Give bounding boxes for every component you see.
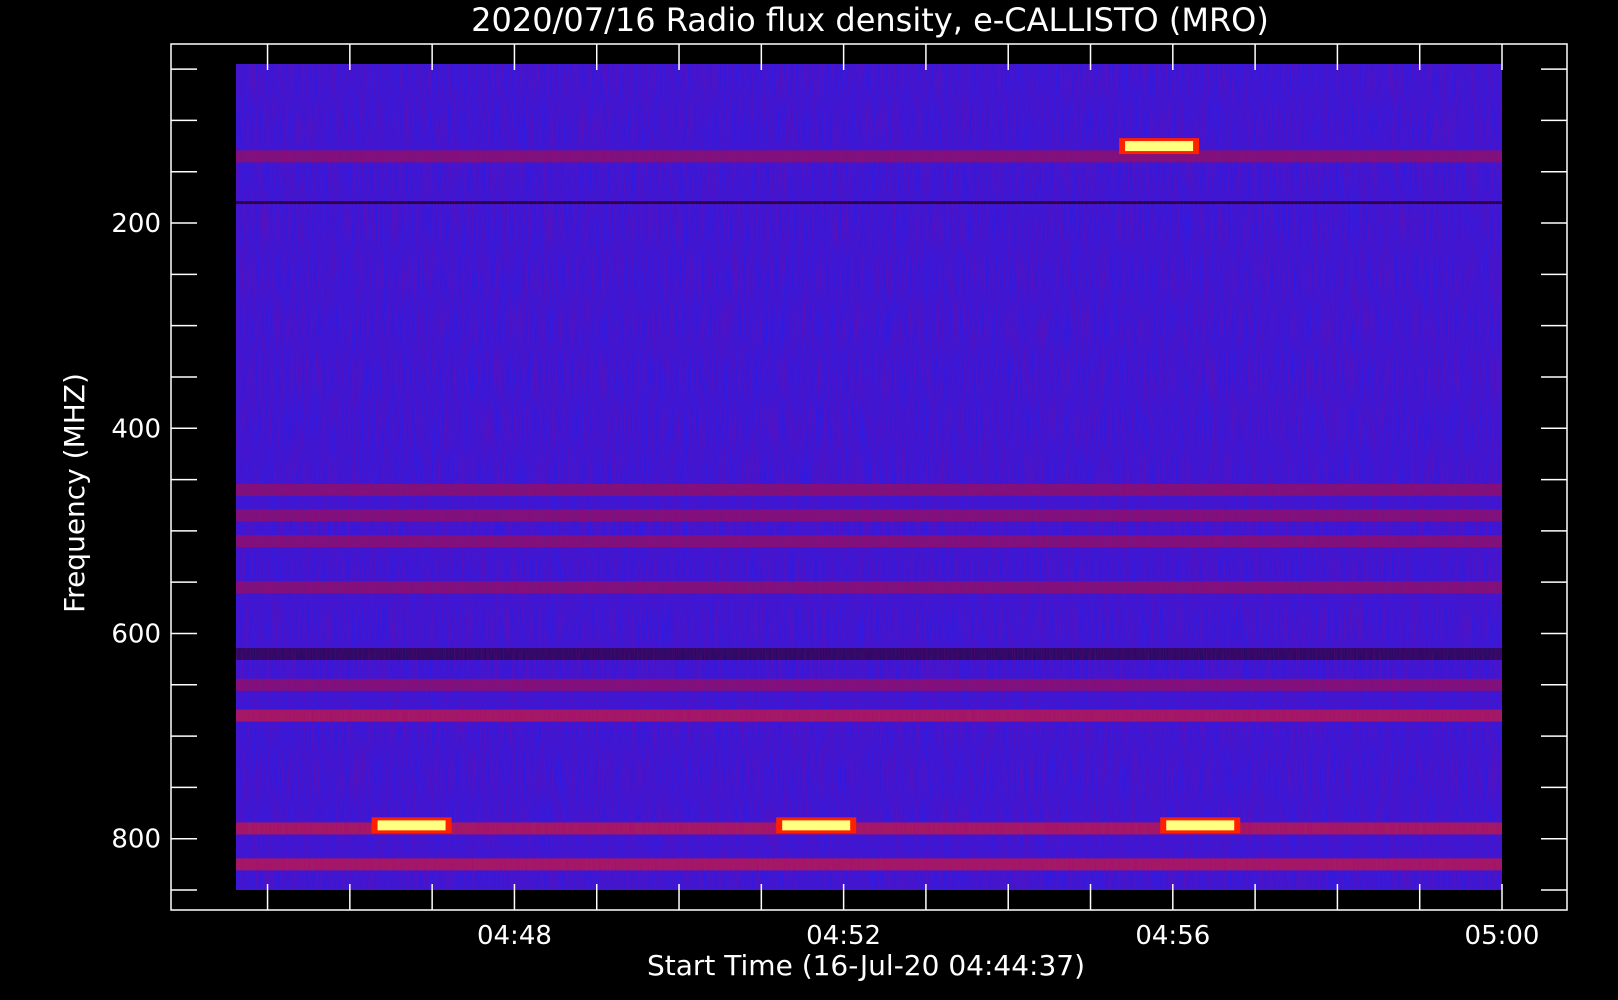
y-tick-label: 800: [111, 825, 161, 855]
x-tick-label: 04:48: [477, 921, 552, 951]
burst-core: [1125, 141, 1194, 152]
x-tick-label: 05:00: [1465, 921, 1540, 951]
x-tick-label: 04:52: [806, 921, 881, 951]
y-tick-label: 600: [111, 619, 161, 649]
chart-title: 2020/07/16 Radio flux density, e-CALLIST…: [471, 1, 1269, 39]
burst-core: [377, 820, 446, 831]
noise-texture: [236, 64, 1502, 890]
burst-core: [782, 820, 851, 831]
x-axis-label: Start Time (16-Jul-20 04:44:37): [647, 949, 1085, 982]
y-tick-label: 200: [111, 209, 161, 239]
y-tick-label: 400: [111, 414, 161, 444]
x-tick-label: 04:56: [1135, 921, 1210, 951]
y-axis-label: Frequency (MHZ): [58, 373, 91, 613]
burst-core: [1166, 820, 1235, 831]
spectrogram-chart: 2020/07/16 Radio flux density, e-CALLIST…: [58, 1, 1568, 982]
